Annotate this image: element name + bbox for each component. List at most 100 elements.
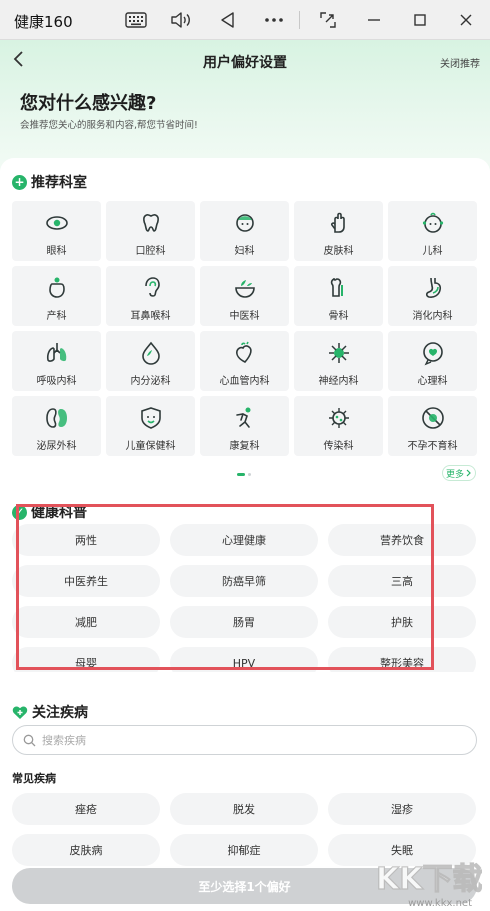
child-shield-icon bbox=[140, 407, 161, 429]
department-label: 儿科 bbox=[422, 246, 443, 257]
department-item[interactable]: 神经内科 bbox=[294, 331, 383, 391]
heart-organ-icon bbox=[235, 341, 252, 363]
more-icon[interactable] bbox=[262, 8, 286, 32]
no-pregnancy-icon bbox=[421, 407, 444, 429]
department-label: 妇科 bbox=[234, 246, 255, 257]
department-item[interactable]: 耳鼻喉科 bbox=[106, 266, 195, 326]
disease-chip[interactable]: 脱发 bbox=[170, 793, 318, 825]
highlight-annotation-box bbox=[16, 504, 434, 670]
more-button[interactable]: 更多 bbox=[442, 465, 476, 481]
department-item[interactable]: 妇科 bbox=[200, 201, 289, 261]
department-label: 传染科 bbox=[323, 441, 354, 452]
department-item[interactable]: 儿科 bbox=[388, 201, 477, 261]
department-item[interactable]: 儿童保健科 bbox=[106, 396, 195, 456]
department-item[interactable]: 不孕不育科 bbox=[388, 396, 477, 456]
department-item[interactable]: 心血管内科 bbox=[200, 331, 289, 391]
kk-watermark: KK下载 www.kkx.net bbox=[372, 855, 483, 911]
svg-text:KK下载: KK下载 bbox=[376, 862, 482, 897]
carousel-indicator bbox=[237, 473, 251, 476]
department-label: 骨科 bbox=[328, 311, 349, 322]
department-label: 消化内科 bbox=[412, 311, 453, 322]
section-header-diseases: 关注疾病 bbox=[12, 702, 88, 722]
page-title: 用户偏好设置 bbox=[203, 55, 287, 71]
close-recommend-link[interactable]: 关闭推荐 bbox=[440, 55, 480, 70]
more-label: 更多 bbox=[445, 469, 464, 480]
department-item[interactable]: 泌尿外科 bbox=[12, 396, 101, 456]
tooth-icon bbox=[142, 214, 159, 232]
eye-icon bbox=[45, 216, 68, 230]
department-item[interactable]: 口腔科 bbox=[106, 201, 195, 261]
department-label: 皮肤科 bbox=[323, 246, 354, 257]
section-header-departments: + 推荐科室 bbox=[12, 172, 87, 192]
lungs-icon bbox=[46, 343, 66, 362]
department-item[interactable]: 消化内科 bbox=[388, 266, 477, 326]
kidney-icon bbox=[45, 408, 67, 428]
department-label: 产科 bbox=[46, 311, 67, 322]
minimize-icon[interactable] bbox=[362, 8, 386, 32]
baby-icon bbox=[422, 212, 443, 233]
chevron-right-icon bbox=[466, 469, 471, 477]
screenshot-icon[interactable] bbox=[316, 8, 340, 32]
titlebar-separator bbox=[299, 11, 300, 29]
plus-circle-icon: + bbox=[12, 174, 27, 190]
virus-icon bbox=[328, 408, 349, 428]
app-title: 健康160 bbox=[14, 13, 73, 31]
department-label: 口腔科 bbox=[135, 246, 166, 257]
section-title: 推荐科室 bbox=[31, 175, 87, 191]
hero-title: 您对什么感兴趣? bbox=[20, 93, 157, 114]
mind-heart-icon bbox=[422, 342, 443, 366]
department-label: 眼科 bbox=[46, 246, 67, 257]
maximize-icon[interactable] bbox=[408, 8, 432, 32]
pregnancy-icon bbox=[48, 277, 65, 298]
department-label: 康复科 bbox=[229, 441, 260, 452]
department-item[interactable]: 中医科 bbox=[200, 266, 289, 326]
disease-chip[interactable]: 湿疹 bbox=[328, 793, 476, 825]
watermark-logo: KK下载 bbox=[375, 861, 483, 897]
woman-icon bbox=[235, 214, 254, 232]
department-item[interactable]: 皮肤科 bbox=[294, 201, 383, 261]
ear-icon bbox=[144, 277, 160, 297]
keyboard-icon[interactable] bbox=[124, 8, 148, 32]
department-item[interactable]: 产科 bbox=[12, 266, 101, 326]
disease-chip[interactable]: 痤疮 bbox=[12, 793, 160, 825]
department-label: 内分泌科 bbox=[130, 376, 171, 387]
disease-chip[interactable]: 皮肤病 bbox=[12, 834, 160, 866]
watermark-site: www.kkx.net bbox=[408, 898, 472, 909]
department-label: 神经内科 bbox=[318, 376, 359, 387]
hero-subtitle: 会推荐您关心的服务和内容,帮您节省时间! bbox=[20, 120, 198, 131]
department-item[interactable]: 呼吸内科 bbox=[12, 331, 101, 391]
hand-icon bbox=[330, 212, 345, 233]
department-item[interactable]: 传染科 bbox=[294, 396, 383, 456]
department-item[interactable]: 眼科 bbox=[12, 201, 101, 261]
herbal-bowl-icon bbox=[234, 280, 255, 298]
section-title: 关注疾病 bbox=[32, 705, 88, 721]
rehab-icon bbox=[235, 407, 250, 428]
department-label: 中医科 bbox=[229, 311, 260, 322]
department-label: 耳鼻喉科 bbox=[130, 311, 171, 322]
stomach-icon bbox=[425, 277, 441, 298]
section-divider bbox=[0, 672, 490, 692]
heart-plus-icon bbox=[12, 705, 28, 719]
volume-icon[interactable] bbox=[169, 8, 193, 32]
bone-icon bbox=[330, 278, 343, 297]
indicator-dot bbox=[248, 473, 251, 476]
back-triangle-icon[interactable] bbox=[216, 8, 240, 32]
department-label: 心血管内科 bbox=[219, 376, 270, 387]
close-icon[interactable] bbox=[454, 8, 478, 32]
search-icon bbox=[23, 734, 36, 746]
department-item[interactable]: 心理科 bbox=[388, 331, 477, 391]
indicator-dot-active bbox=[237, 473, 245, 476]
disease-chip[interactable]: 抑郁症 bbox=[170, 834, 318, 866]
department-label: 泌尿外科 bbox=[36, 441, 77, 452]
department-label: 呼吸内科 bbox=[36, 376, 77, 387]
department-item[interactable]: 内分泌科 bbox=[106, 331, 195, 391]
neuron-icon bbox=[328, 343, 349, 363]
droplet-icon bbox=[141, 341, 160, 365]
department-grid: 眼科 口腔科 妇科 皮肤科 儿科 产科 耳鼻喉科 中医科 骨科 消化内科 呼吸内… bbox=[12, 201, 477, 456]
department-item[interactable]: 骨科 bbox=[294, 266, 383, 326]
department-item[interactable]: 康复科 bbox=[200, 396, 289, 456]
department-label: 儿童保健科 bbox=[125, 441, 176, 452]
common-diseases-title: 常见疾病 bbox=[12, 772, 56, 785]
department-label: 心理科 bbox=[417, 376, 448, 387]
disease-search-input[interactable]: 搜索疾病 bbox=[12, 725, 477, 755]
